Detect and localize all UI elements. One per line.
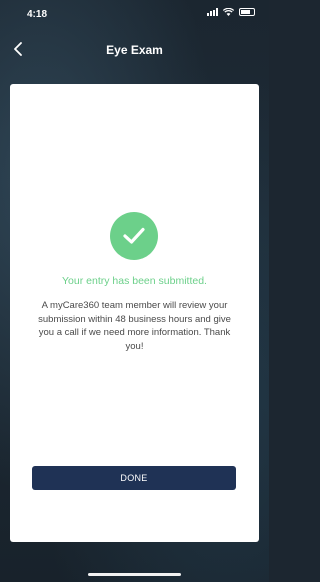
- check-circle-icon: [110, 212, 158, 260]
- page-title: Eye Exam: [106, 43, 163, 57]
- checkmark-icon: [123, 227, 145, 244]
- success-message: Your entry has been submitted.: [62, 275, 207, 287]
- battery-icon: [239, 8, 255, 16]
- header: Eye Exam: [0, 32, 269, 66]
- done-button[interactable]: DONE: [32, 466, 236, 490]
- wifi-icon: [223, 8, 234, 16]
- status-time: 4:18: [27, 9, 48, 20]
- home-indicator[interactable]: [88, 573, 181, 576]
- status-bar: 4:18: [0, 0, 269, 28]
- signal-icon: [207, 8, 218, 16]
- confirmation-card: Your entry has been submitted. A myCare3…: [10, 84, 259, 542]
- status-icons: [207, 8, 255, 16]
- confirmation-details: A myCare360 team member will review your…: [38, 300, 231, 352]
